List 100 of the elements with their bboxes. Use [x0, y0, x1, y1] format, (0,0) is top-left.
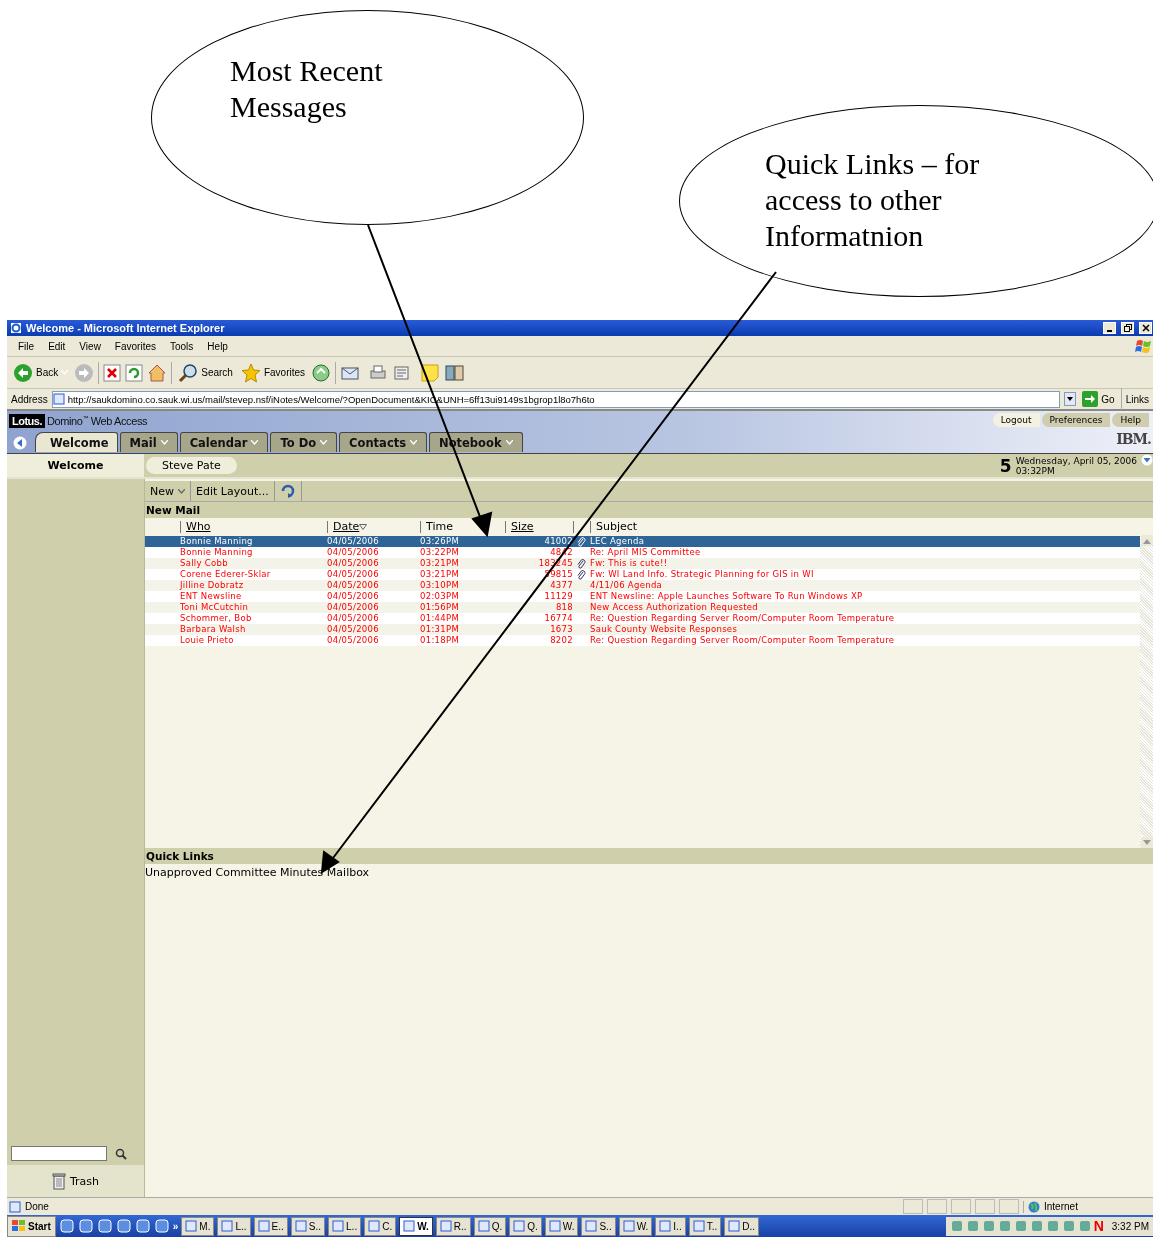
- sender-cell-text: Louie Prieto: [180, 635, 235, 646]
- user-name: Steve Pate: [146, 457, 237, 474]
- search-button[interactable]: Search: [176, 360, 235, 385]
- address-label: Address: [11, 393, 48, 405]
- media-icon[interactable]: [311, 362, 332, 383]
- minimize-button[interactable]: [1103, 322, 1116, 334]
- nav-tab[interactable]: Calendar: [179, 432, 269, 452]
- search-field[interactable]: [11, 1146, 107, 1161]
- taskbar-button[interactable]: S..: [581, 1216, 616, 1236]
- taskbar-button[interactable]: R..: [435, 1216, 471, 1236]
- date-cell-text: 04/05/2006: [327, 547, 380, 558]
- status-pane: [927, 1199, 947, 1214]
- window-icon: [185, 1220, 198, 1232]
- taskbar-button[interactable]: W.: [618, 1216, 653, 1236]
- restore-button[interactable]: [1121, 322, 1134, 334]
- taskbar-button[interactable]: E..: [253, 1216, 288, 1236]
- column-header[interactable]: Who: [180, 520, 327, 533]
- trash-folder[interactable]: Trash: [7, 1165, 144, 1197]
- scroll-down-icon[interactable]: [1142, 839, 1151, 846]
- app-icon[interactable]: [115, 1218, 132, 1234]
- menu-item[interactable]: Edit: [41, 340, 73, 352]
- section-header: Quick Links: [145, 848, 1153, 864]
- taskbar-button[interactable]: D..: [724, 1216, 760, 1236]
- menu-item[interactable]: Tools: [163, 340, 201, 352]
- refresh-icon[interactable]: [125, 363, 144, 382]
- research-icon[interactable]: [444, 362, 467, 383]
- size-cell-text: 11129: [543, 591, 573, 602]
- close-button[interactable]: [1139, 322, 1152, 334]
- back-button[interactable]: Back: [11, 360, 71, 385]
- favorites-button[interactable]: Favorites: [238, 360, 308, 385]
- taskbar-button[interactable]: L..: [328, 1216, 362, 1236]
- message-row[interactable]: Toni McCutchin 04/05/2006 01:56PM 818 New Access Authorization Requested: [145, 602, 1140, 613]
- window-icon: [659, 1220, 672, 1232]
- expand-icon[interactable]: [1141, 454, 1153, 466]
- dropdown-icon[interactable]: [1064, 392, 1077, 406]
- message-row[interactable]: Louie Prieto 04/05/2006 01:18PM 8202 Re: Question Regarding Server Room/Computer Room Temperature: [145, 635, 1140, 646]
- subject-cell-text: 4/11/06 Agenda: [590, 580, 664, 591]
- scrollbar[interactable]: [1140, 535, 1153, 848]
- taskbar-button[interactable]: Q.: [509, 1216, 542, 1236]
- menu-item[interactable]: File: [11, 340, 42, 352]
- menu-item[interactable]: View: [72, 340, 108, 352]
- globe-icon: [1028, 1200, 1040, 1213]
- toolbar-button[interactable]: Edit Layout...: [191, 481, 275, 501]
- nav-tab[interactable]: Mail: [119, 432, 178, 452]
- toolbar-button[interactable]: New: [145, 481, 191, 501]
- caret-icon: [410, 440, 418, 445]
- home-icon[interactable]: [147, 362, 168, 383]
- subject-cell-text: Re: Question Regarding Server Room/Computer Room Temperature: [590, 613, 896, 624]
- message-row[interactable]: ENT Newsline 04/05/2006 02:03PM 11129 ENT Newsline: Apple Launches Software To Run Windows XP: [145, 591, 1140, 602]
- taskbar-button[interactable]: M.: [181, 1216, 215, 1236]
- search-icon: [178, 362, 199, 383]
- column-header[interactable]: Size: [505, 520, 573, 533]
- column-header[interactable]: Date: [327, 520, 420, 533]
- app-icon[interactable]: [96, 1218, 113, 1234]
- taskbar-button[interactable]: L..: [217, 1216, 251, 1236]
- section-title: Welcome: [7, 454, 144, 477]
- taskbar-button[interactable]: W.: [544, 1216, 579, 1236]
- taskbar-button[interactable]: Q.: [473, 1216, 507, 1236]
- subject-cell-text: Fw: This is cute!!: [590, 558, 669, 569]
- menu-item[interactable]: Favorites: [107, 340, 163, 352]
- time-cell-text: 03:26PM: [420, 536, 461, 547]
- stop-icon[interactable]: [103, 363, 122, 382]
- header-link[interactable]: Logout: [992, 413, 1040, 427]
- links-button[interactable]: Links: [1125, 393, 1153, 405]
- quick-link[interactable]: Unapproved Committee Minutes Mailbox: [145, 866, 370, 879]
- message-row[interactable]: Barbara Walsh 04/05/2006 01:31PM 1673 Sauk County Website Responses: [145, 624, 1140, 635]
- taskbar-button[interactable]: T..: [688, 1216, 722, 1236]
- header-link[interactable]: Preferences: [1041, 413, 1111, 427]
- scroll-up-icon[interactable]: [1142, 537, 1151, 544]
- header-link[interactable]: Help: [1112, 413, 1149, 427]
- trash-can-icon: [51, 1172, 66, 1190]
- sender-cell-text: Bonnie Manning: [180, 536, 254, 547]
- date-cell-text: 04/05/2006: [327, 536, 380, 547]
- taskbar-button[interactable]: W.: [399, 1216, 433, 1236]
- go-button[interactable]: Go: [1080, 389, 1117, 409]
- message-row[interactable]: Jilline Dobratz 04/05/2006 03:10PM 4377 4/11/06 Agenda: [145, 580, 1140, 591]
- size-cell-text: 16774: [543, 613, 573, 624]
- start-button[interactable]: Start: [7, 1215, 56, 1237]
- app-icon[interactable]: [153, 1218, 170, 1234]
- app-icon[interactable]: [77, 1218, 94, 1234]
- app-icon[interactable]: [58, 1218, 75, 1234]
- menu-item[interactable]: Help: [200, 340, 235, 352]
- nav-tab[interactable]: Welcome: [35, 432, 118, 452]
- message-row[interactable]: Bonnie Manning 04/05/2006 03:26PM 41002 LEC Agenda: [145, 536, 1140, 547]
- nav-tab[interactable]: Contacts: [339, 432, 428, 452]
- more-button[interactable]: »: [172, 1220, 179, 1232]
- app-icon[interactable]: [134, 1218, 151, 1234]
- taskbar-button[interactable]: C.: [364, 1216, 397, 1236]
- taskbar-button[interactable]: I..: [655, 1216, 686, 1236]
- date-cell-text: 04/05/2006: [327, 635, 380, 646]
- star-icon: [240, 362, 261, 383]
- nav-tab[interactable]: To Do: [270, 432, 338, 452]
- column-header[interactable]: Subject: [590, 520, 1139, 533]
- search-icon[interactable]: [115, 1147, 127, 1160]
- taskbar-button[interactable]: S..: [290, 1216, 326, 1236]
- collapse-icon[interactable]: [13, 436, 27, 450]
- message-row[interactable]: Schommer, Bob 04/05/2006 01:44PM 16774 Re: Question Regarding Server Room/Computer Room Temperature: [145, 613, 1140, 624]
- section-header: New Mail: [145, 502, 1153, 518]
- tray-letter[interactable]: N: [1093, 1218, 1104, 1234]
- caret-icon: [160, 440, 168, 445]
